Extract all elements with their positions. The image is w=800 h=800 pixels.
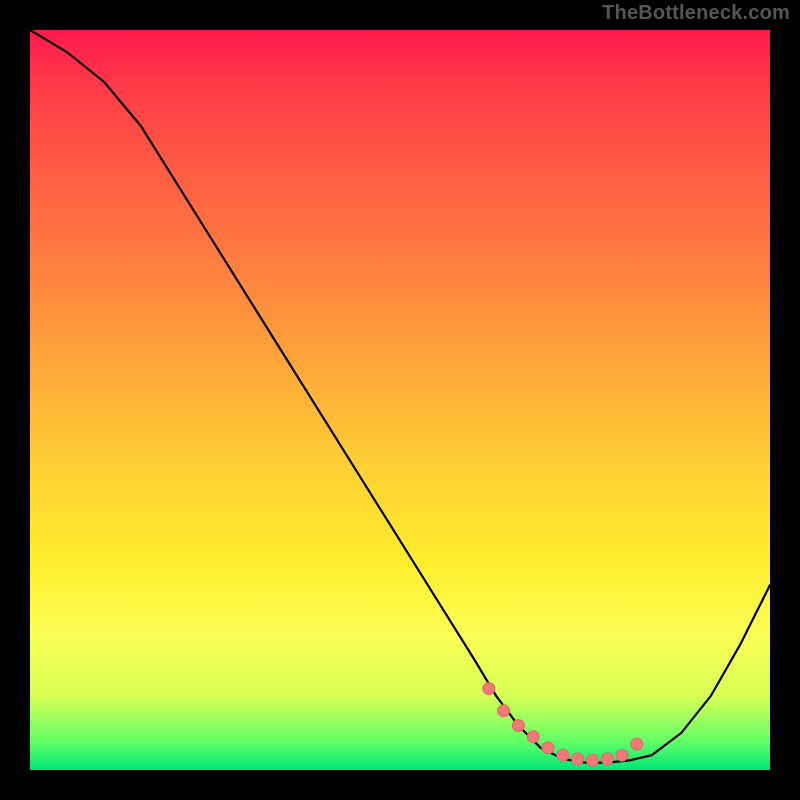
watermark-text: TheBottleneck.com — [602, 2, 790, 25]
marker-dot — [616, 749, 628, 761]
marker-dot — [601, 753, 613, 765]
highlight-markers — [483, 683, 643, 767]
plot-area — [30, 30, 770, 770]
marker-dot — [498, 705, 510, 717]
marker-dot — [631, 738, 643, 750]
marker-dot — [483, 683, 495, 695]
marker-dot — [527, 731, 539, 743]
chart-svg — [30, 30, 770, 770]
marker-dot — [557, 749, 569, 761]
marker-dot — [512, 720, 524, 732]
bottleneck-curve — [30, 30, 770, 763]
marker-dot — [572, 753, 584, 765]
marker-dot — [542, 742, 554, 754]
chart-frame: TheBottleneck.com — [0, 0, 800, 800]
marker-dot — [586, 754, 598, 766]
